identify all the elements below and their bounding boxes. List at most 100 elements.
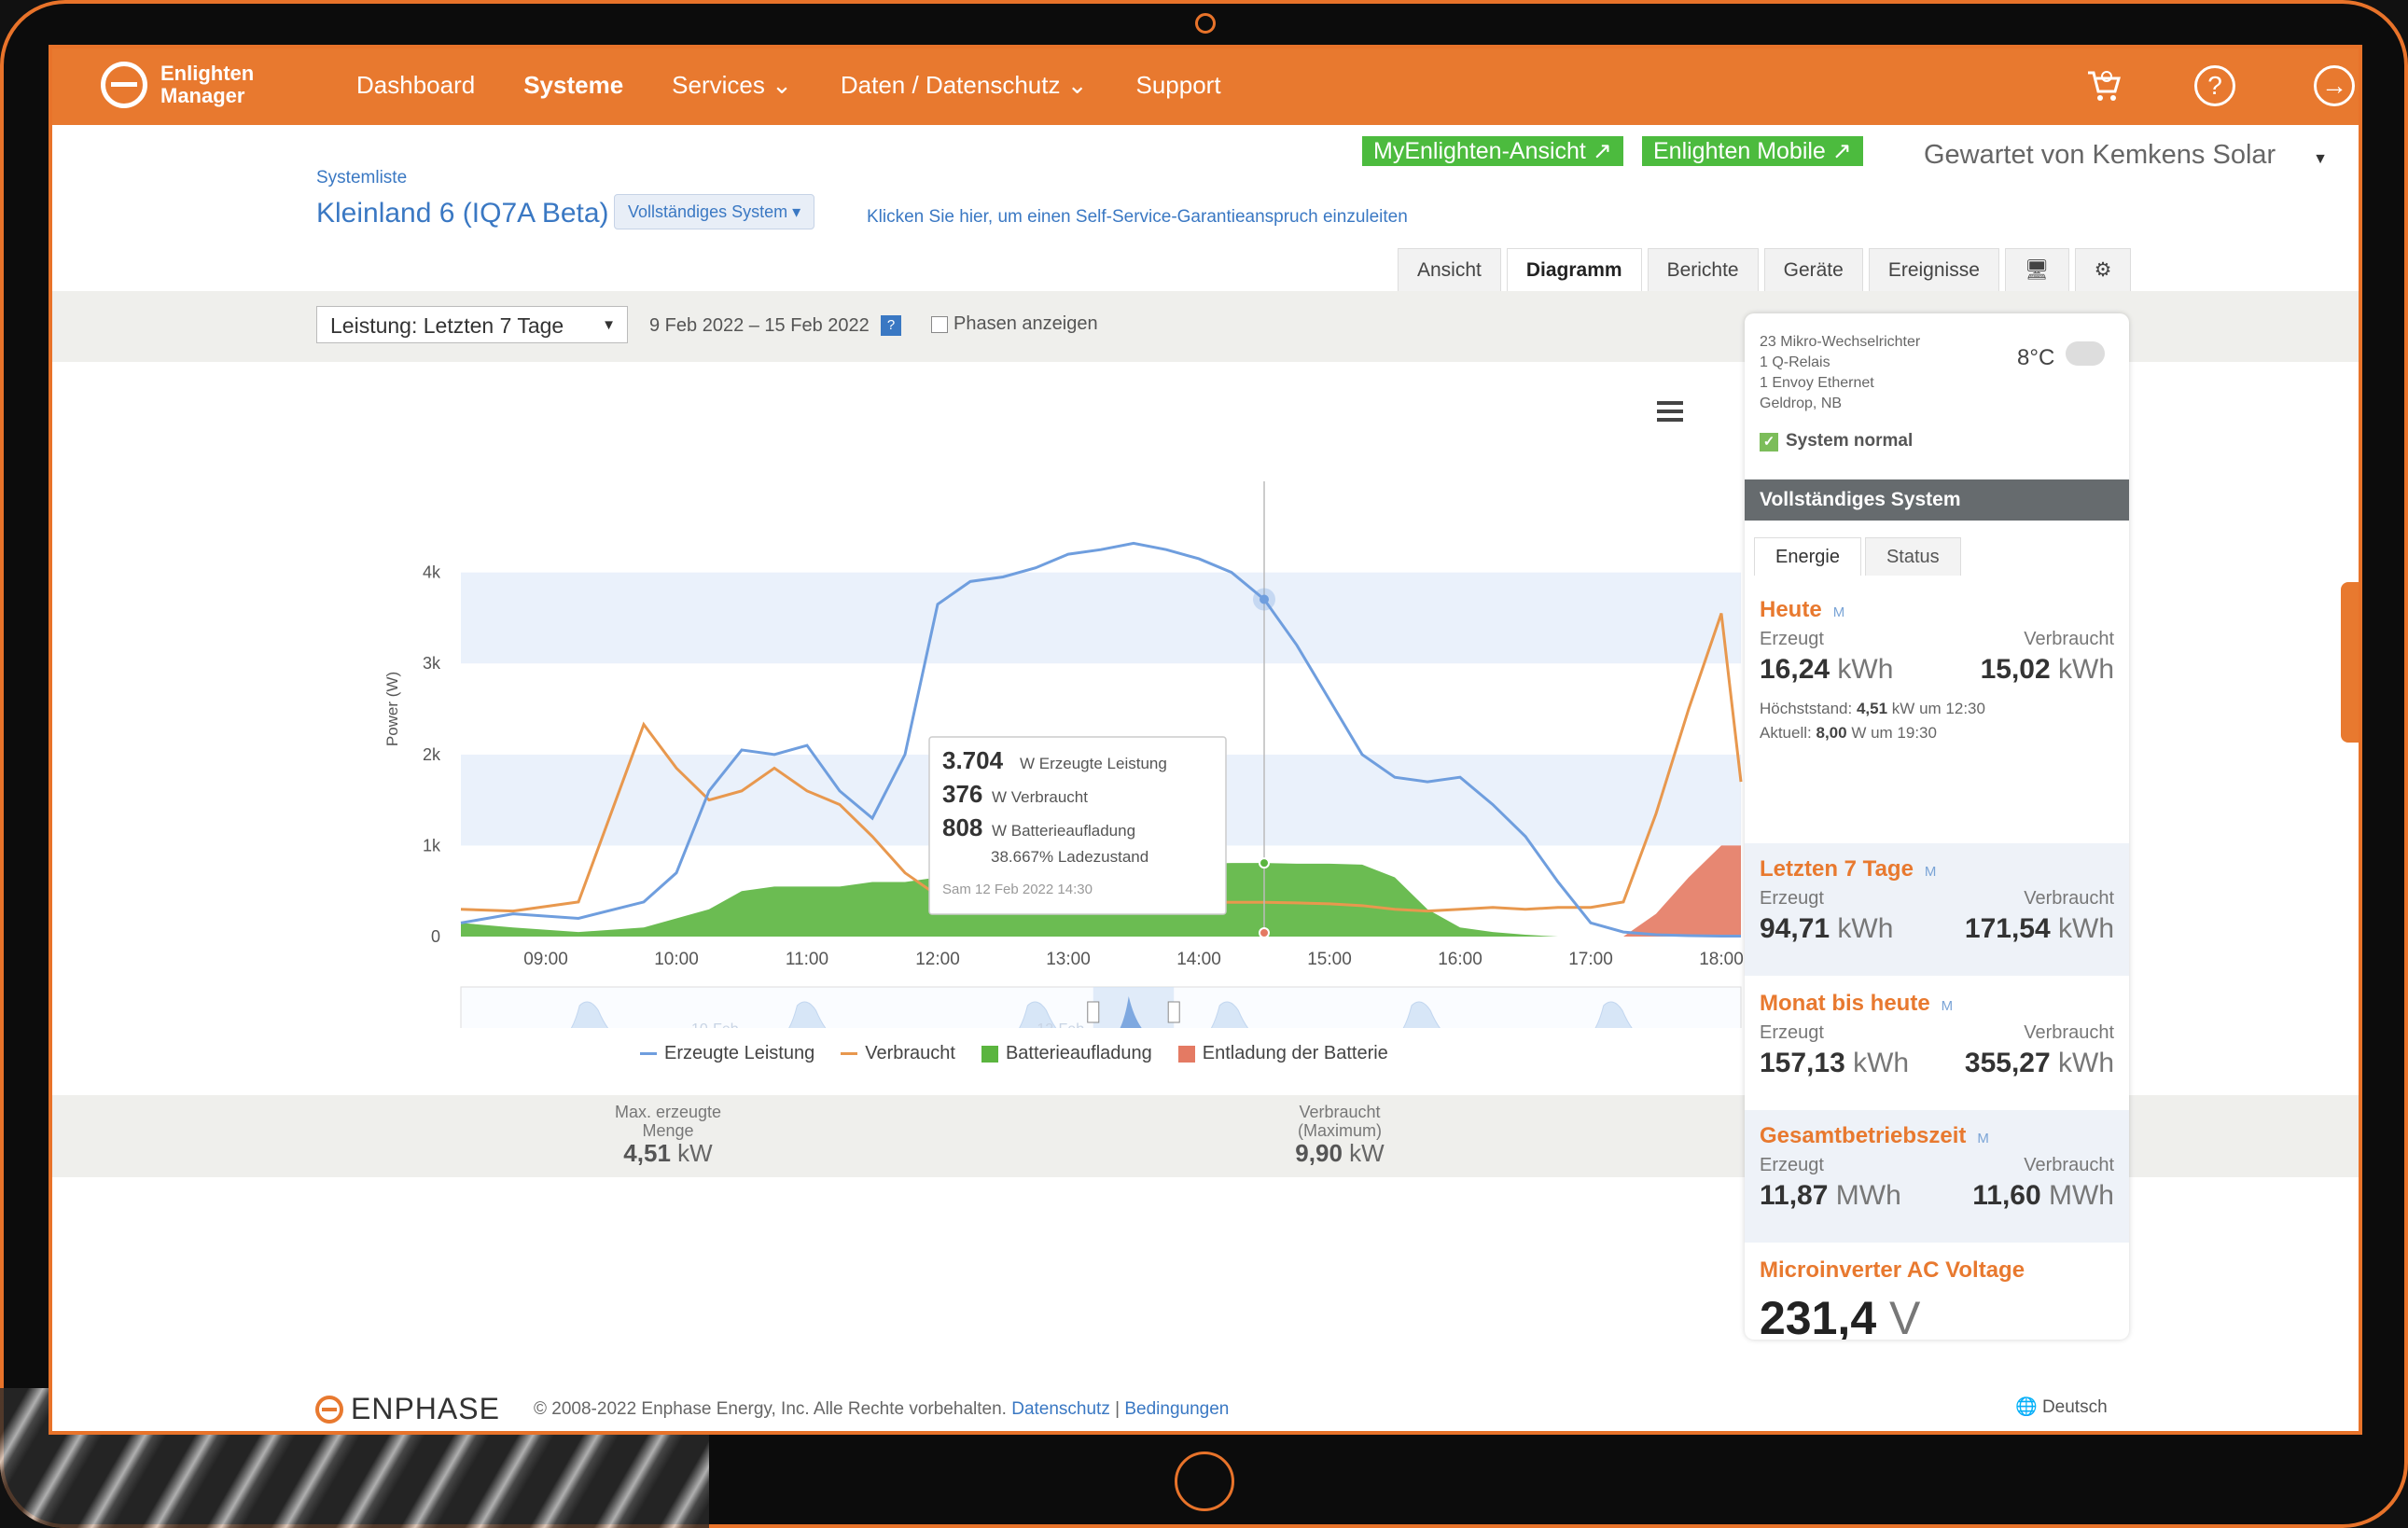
voltage-unit: V (1889, 1292, 1921, 1340)
tab-geraete[interactable]: Geräte (1763, 248, 1863, 292)
tablet-frame: Enlighten Manager Dashboard Systeme Serv… (0, 0, 2408, 1528)
unit: kWh (1837, 654, 1894, 685)
monitor-icon: 🖥 (2024, 259, 2050, 281)
warranty-claim-link[interactable]: Klicken Sie hier, um einen Self-Service-… (867, 207, 1408, 228)
plot-band (461, 572, 1741, 664)
gear-icon: ⚙ (2094, 259, 2112, 281)
legend-label: Entladung der Batterie (1202, 1043, 1388, 1063)
nav-daten-datenschutz[interactable]: Daten / Datenschutz ⌄ (841, 71, 1088, 100)
system-status: ✓ System normal (1760, 431, 1913, 451)
show-phases-checkbox[interactable]: Phasen anzeigen (931, 313, 1098, 335)
checkbox-box[interactable] (931, 315, 948, 333)
y-tick-label: 2k (423, 745, 441, 764)
nav-services[interactable]: Services ⌄ (672, 71, 792, 100)
legend-generated[interactable]: Erzeugte Leistung (640, 1043, 814, 1064)
x-tick-label: 13:00 (1046, 950, 1091, 969)
enphase-footer-logo: ENPHASE (315, 1392, 500, 1426)
tab-ereignisse[interactable]: Ereignisse (1868, 248, 1999, 292)
meter-marker: M (1924, 864, 1937, 880)
date-help-icon[interactable]: ? (881, 315, 901, 336)
tooltip-value: 3.704 (942, 746, 1004, 774)
tab-diagramm[interactable]: Diagramm (1506, 248, 1642, 292)
home-button[interactable] (1175, 1452, 1234, 1511)
x-tick-label: 15:00 (1307, 950, 1352, 969)
nav-dashboard[interactable]: Dashboard (356, 71, 475, 100)
navigator-handle-left (1087, 1001, 1100, 1023)
enphase-logo-icon (101, 62, 147, 108)
tab-berichte[interactable]: Berichte (1647, 248, 1759, 292)
section-title: Microinverter AC Voltage (1760, 1257, 2025, 1283)
terms-link[interactable]: Bedingungen (1124, 1399, 1229, 1419)
legend-consumed[interactable]: Verbraucht (841, 1043, 955, 1064)
legend-battery-charge[interactable]: Batterieaufladung (981, 1043, 1152, 1064)
nav-support[interactable]: Support (1135, 71, 1220, 100)
section-lifetime: Gesamtbetriebszeit M Erzeugt Verbraucht 11… (1745, 1110, 2129, 1243)
feedback-side-tab[interactable] (2341, 582, 2359, 743)
nav-systeme[interactable]: Systeme (523, 71, 623, 100)
section-title: Heute (1760, 597, 1822, 622)
help-icon[interactable]: ? (2194, 65, 2235, 106)
chart-legend: Erzeugte Leistung Verbraucht Batterieauf… (640, 1043, 1388, 1064)
tooltip-label: W Erzeugte Leistung (1020, 755, 1167, 772)
meter-marker: M (1977, 1131, 1989, 1146)
meter-marker: M (1832, 604, 1845, 620)
panel-tabs: Energie Status (1754, 537, 1961, 576)
system-name: Kleinland 6 (IQ7A Beta) (316, 198, 609, 229)
x-tick-label: 12:00 (915, 950, 960, 969)
legend-swatch (1177, 1045, 1195, 1063)
legend-swatch (841, 1052, 858, 1055)
tab-ansicht[interactable]: Ansicht (1398, 248, 1501, 292)
navigator-label: 12-Feb (1037, 1021, 1084, 1028)
y-axis-label: Power (W) (383, 672, 401, 746)
unit: MWh (2049, 1180, 2114, 1211)
x-tick-label: 16:00 (1438, 950, 1482, 969)
privacy-link[interactable]: Datenschutz (1011, 1399, 1110, 1419)
voltage-value: 231,4 (1760, 1292, 1877, 1340)
legend-battery-discharge[interactable]: Entladung der Batterie (1177, 1043, 1388, 1064)
consumed-label: Verbraucht (2024, 1155, 2114, 1175)
unit: kWh (2058, 654, 2114, 685)
produced-value: 94,71 (1760, 913, 1830, 944)
camera-icon (1195, 13, 1216, 34)
tab-monitor[interactable]: 🖥 (2004, 248, 2069, 292)
logout-icon[interactable]: → (2314, 65, 2355, 106)
y-tick-label: 3k (423, 654, 441, 673)
produced-value: 157,13 (1760, 1048, 1845, 1078)
footer-brand: ENPHASE (351, 1392, 500, 1425)
chevron-down-icon: ▼ (2313, 151, 2329, 167)
consumed-label: Verbraucht (2024, 1022, 2114, 1043)
stat-unit: kW (677, 1139, 713, 1167)
section-today: Heute M Erzeugt Verbraucht 16,24 kWh 15,02 … (1745, 584, 2129, 742)
enlighten-logo[interactable]: Enlighten Manager (101, 62, 254, 108)
consumed-value: 11,60 (1972, 1180, 2041, 1211)
breadcrumb-systemliste[interactable]: Systemliste (316, 168, 407, 188)
produced-value: 11,87 (1760, 1180, 1829, 1211)
system-status-label: System normal (1786, 431, 1914, 451)
discharge-point (1259, 927, 1270, 938)
x-tick-label: 11:00 (786, 950, 828, 969)
peak-detail: kW um 12:30 (1891, 700, 1985, 717)
peak-value: 4,51 (1856, 700, 1888, 717)
stat-unit: kW (1349, 1139, 1385, 1167)
tooltip-time: Sam 12 Feb 2022 14:30 (942, 882, 1093, 897)
tab-energie[interactable]: Energie (1754, 537, 1861, 576)
copyright-text: © 2008-2022 Enphase Energy, Inc. Alle Re… (534, 1399, 1007, 1419)
myenlighten-view-button[interactable]: MyEnlighten-Ansicht ↗ (1362, 136, 1623, 166)
stat-label: Verbraucht (1299, 1103, 1381, 1121)
store-cart-icon[interactable] (2084, 65, 2125, 106)
maintained-by[interactable]: Gewartet von Kemkens Solar ▼ (1924, 140, 2328, 171)
stat-label: Max. erzeugte (614, 1103, 722, 1121)
enlighten-mobile-button[interactable]: Enlighten Mobile ↗ (1642, 136, 1863, 166)
tab-status[interactable]: Status (1864, 537, 1961, 576)
caret-down-icon: ▼ (602, 317, 616, 333)
system-summary-panel: 23 Mikro-Wechselrichter 1 Q-Relais 1 Env… (1745, 313, 2129, 1340)
tab-settings[interactable]: ⚙ (2074, 248, 2132, 292)
system-scope-dropdown[interactable]: Vollständiges System ▾ (614, 194, 815, 229)
weather-icon (2066, 341, 2105, 366)
top-navigation: Enlighten Manager Dashboard Systeme Serv… (52, 49, 2359, 125)
peak-label: Höchststand: (1760, 700, 1853, 717)
language-selector[interactable]: 🌐 Deutsch (2015, 1396, 2108, 1418)
range-select[interactable]: Leistung: Letzten 7 Tage ▼ (316, 306, 628, 343)
consumed-value: 15,02 (1980, 654, 2051, 685)
produced-label: Erzeugt (1760, 888, 1824, 909)
